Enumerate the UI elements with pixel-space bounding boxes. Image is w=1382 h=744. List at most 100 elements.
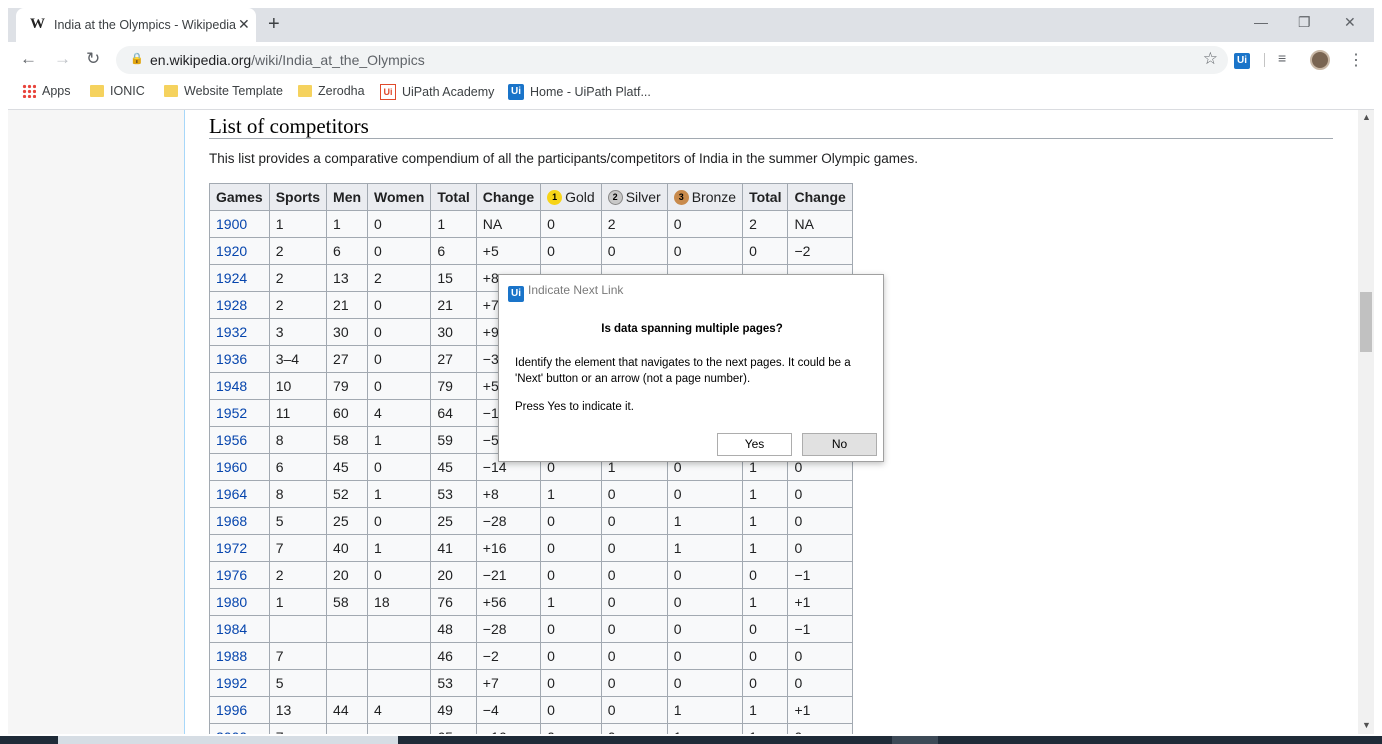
bookmark-uipath-platform[interactable]: Ui Home - UiPath Platf... bbox=[508, 84, 651, 100]
toolbar-divider bbox=[1264, 53, 1265, 67]
col-header-bronze[interactable]: 3 Bronze bbox=[666, 183, 744, 211]
table-cell: 79 bbox=[326, 372, 369, 400]
games-year-link[interactable]: 1932 bbox=[209, 318, 270, 346]
games-year-link[interactable]: 1936 bbox=[209, 345, 270, 373]
table-cell: 0 bbox=[600, 480, 668, 508]
games-year-link[interactable]: 1992 bbox=[209, 669, 270, 697]
table-cell: 20 bbox=[326, 561, 369, 589]
games-year-link[interactable]: 1996 bbox=[209, 696, 270, 724]
url-text: en.wikipedia.org/wiki/India_at_the_Olymp… bbox=[150, 52, 425, 68]
games-year-link[interactable]: 1984 bbox=[209, 615, 270, 643]
table-cell: 0 bbox=[540, 642, 602, 670]
table-cell: 53 bbox=[430, 669, 477, 697]
browser-menu-icon[interactable]: ⋮ bbox=[1348, 50, 1364, 70]
table-cell: NA bbox=[787, 210, 853, 238]
games-year-link[interactable]: 1960 bbox=[209, 453, 270, 481]
table-cell: 0 bbox=[666, 615, 744, 643]
games-year-link[interactable]: 1988 bbox=[209, 642, 270, 670]
uipath-extension-icon[interactable]: Ui bbox=[1234, 50, 1250, 69]
table-cell: 0 bbox=[540, 723, 602, 734]
profile-avatar[interactable] bbox=[1310, 50, 1330, 70]
bookmark-label: Website Template bbox=[184, 84, 283, 98]
games-year-link[interactable]: 1972 bbox=[209, 534, 270, 562]
games-year-link[interactable]: 1952 bbox=[209, 399, 270, 427]
window-close-icon[interactable]: ✕ bbox=[1344, 14, 1356, 31]
scroll-down-icon[interactable]: ▼ bbox=[1362, 720, 1371, 730]
tab-close-icon[interactable]: ✕ bbox=[238, 16, 250, 33]
col-header[interactable]: Sports bbox=[268, 183, 328, 211]
games-year-link[interactable]: 1928 bbox=[209, 291, 270, 319]
col-header[interactable]: Total bbox=[742, 183, 789, 211]
address-bar[interactable]: 🔒 en.wikipedia.org/wiki/India_at_the_Oly… bbox=[116, 46, 1228, 74]
no-button[interactable]: No bbox=[802, 433, 877, 456]
scrollbar-thumb[interactable] bbox=[1360, 292, 1372, 352]
games-year-link[interactable]: 1976 bbox=[209, 561, 270, 589]
table-cell: 0 bbox=[600, 723, 668, 734]
forward-icon[interactable]: → bbox=[54, 49, 71, 69]
games-year-link[interactable]: 1900 bbox=[209, 210, 270, 238]
browser-tab[interactable]: W India at the Olympics - Wikipedia ✕ bbox=[16, 8, 256, 42]
bookmark-apps[interactable]: Apps bbox=[22, 84, 71, 98]
bookmark-star-icon[interactable]: ☆ bbox=[1203, 49, 1218, 69]
table-row: 1920 2 6 0 6 +5 0 0 0 0 −2 bbox=[209, 237, 853, 265]
games-year-link[interactable]: 1968 bbox=[209, 507, 270, 535]
table-cell: 0 bbox=[787, 507, 853, 535]
back-icon[interactable]: ← bbox=[20, 49, 37, 69]
games-year-link[interactable]: 1980 bbox=[209, 588, 270, 616]
col-header-silver[interactable]: 2 Silver bbox=[600, 183, 668, 211]
games-year-link[interactable]: 1964 bbox=[209, 480, 270, 508]
media-queue-icon[interactable]: ≡ bbox=[1278, 50, 1286, 66]
scroll-up-icon[interactable]: ▲ bbox=[1362, 112, 1371, 122]
col-header[interactable]: Total bbox=[430, 183, 477, 211]
bookmark-website-template[interactable]: Website Template bbox=[164, 84, 283, 98]
minimize-icon[interactable]: — bbox=[1254, 14, 1268, 30]
games-year-link[interactable]: 1920 bbox=[209, 237, 270, 265]
bookmark-label: Home - UiPath Platf... bbox=[530, 85, 651, 99]
bookmark-uipath-academy[interactable]: Ui UiPath Academy bbox=[380, 84, 494, 100]
yes-button[interactable]: Yes bbox=[717, 433, 792, 456]
col-header[interactable]: Women bbox=[367, 183, 432, 211]
games-year-link[interactable]: 1948 bbox=[209, 372, 270, 400]
wikipedia-favicon-icon: W bbox=[30, 16, 45, 32]
table-cell: 0 bbox=[367, 345, 432, 373]
taskbar bbox=[0, 736, 1382, 744]
new-tab-button[interactable]: + bbox=[268, 13, 280, 36]
table-cell: +16 bbox=[475, 534, 542, 562]
table-cell: 1 bbox=[430, 210, 477, 238]
col-header[interactable]: Change bbox=[475, 183, 542, 211]
restore-icon[interactable]: ❐ bbox=[1298, 14, 1311, 31]
bookmark-zerodha[interactable]: Zerodha bbox=[298, 84, 365, 98]
bookmark-ionic[interactable]: IONIC bbox=[90, 84, 145, 98]
col-header[interactable]: Change bbox=[787, 183, 853, 211]
table-cell: 0 bbox=[540, 507, 602, 535]
bookmark-label: Apps bbox=[42, 84, 71, 98]
taskbar-item[interactable] bbox=[892, 736, 938, 744]
col-header[interactable]: Men bbox=[326, 183, 369, 211]
games-year-link[interactable]: 1956 bbox=[209, 426, 270, 454]
taskbar-item[interactable] bbox=[58, 736, 398, 744]
table-cell bbox=[367, 615, 432, 643]
col-header-gold[interactable]: 1 Gold bbox=[540, 183, 602, 211]
heading-rule bbox=[209, 138, 1333, 139]
table-cell: 0 bbox=[600, 507, 668, 535]
table-cell: +56 bbox=[475, 588, 542, 616]
gold-medal-icon: 1 bbox=[547, 190, 563, 206]
table-row: 1980 1 58 18 76 +56 1 0 0 1 +1 bbox=[209, 588, 853, 616]
table-cell: 27 bbox=[430, 345, 477, 373]
table-cell: 20 bbox=[430, 561, 477, 589]
reload-icon[interactable]: ↻ bbox=[86, 49, 100, 69]
table-cell: −28 bbox=[475, 507, 542, 535]
table-row: 1968 5 25 0 25 −28 0 0 1 1 0 bbox=[209, 507, 853, 535]
table-cell: 6 bbox=[326, 237, 369, 265]
table-cell: 49 bbox=[430, 696, 477, 724]
games-year-link[interactable]: 1924 bbox=[209, 264, 270, 292]
url-host: en.wikipedia.org bbox=[150, 52, 252, 68]
table-cell: 0 bbox=[540, 237, 602, 265]
table-cell: 0 bbox=[600, 669, 668, 697]
vertical-scrollbar[interactable]: ▲ ▼ bbox=[1358, 110, 1374, 734]
table-cell: 7 bbox=[268, 723, 328, 734]
col-header[interactable]: Games bbox=[209, 183, 270, 211]
table-cell: 27 bbox=[326, 345, 369, 373]
intro-paragraph: This list provides a comparative compend… bbox=[209, 151, 919, 166]
games-year-link[interactable]: 2000 bbox=[209, 723, 270, 734]
